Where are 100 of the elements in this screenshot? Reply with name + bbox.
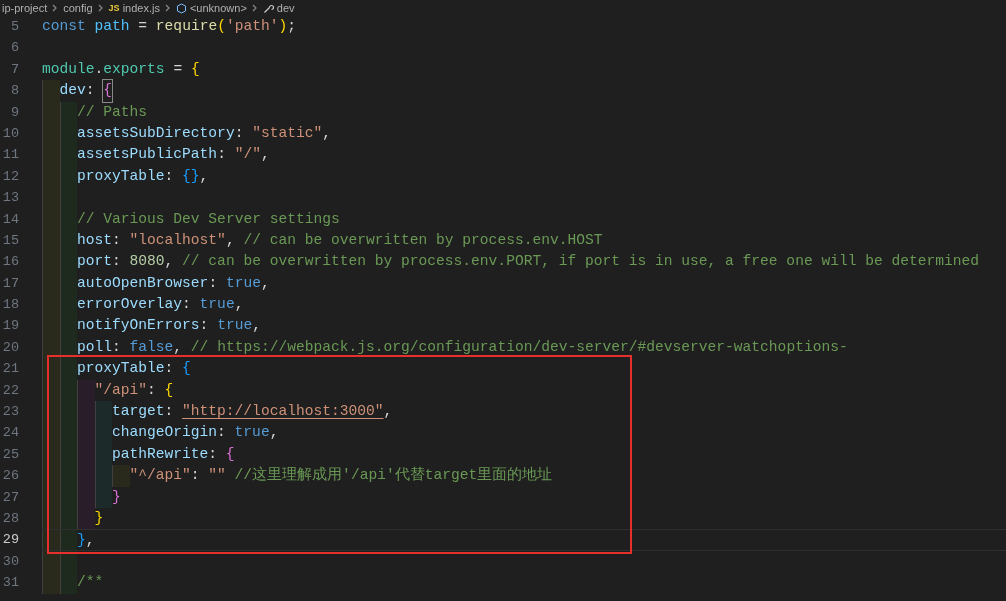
bracket: { <box>190 59 200 79</box>
punctuation: : <box>217 423 227 443</box>
string-literal: 'path' <box>225 17 279 36</box>
punctuation: : <box>112 230 122 250</box>
object-name: module <box>42 59 95 79</box>
property-name: dev <box>59 81 86 101</box>
punctuation: : <box>199 316 210 336</box>
line-number: 25 <box>1 445 19 464</box>
line-number: 24 <box>1 424 19 443</box>
line-number: 14 <box>1 210 19 229</box>
breadcrumb-item[interactable]: dev <box>262 1 295 15</box>
line-number: 17 <box>1 274 19 293</box>
code-comment: //这里理解成用'/api'代替target里面的地址 <box>234 465 553 486</box>
line-number: 28 <box>1 510 19 528</box>
line-number: 23 <box>1 403 19 422</box>
punctuation: : <box>112 337 122 357</box>
keyword: const <box>42 17 87 36</box>
breadcrumb-item[interactable]: JS index.js <box>108 1 160 15</box>
code-comment: // can be overwritten by process.env.HOST <box>243 230 603 250</box>
punctuation: : <box>112 252 122 272</box>
variable-name: path <box>94 17 130 36</box>
string-literal: "localhost" <box>129 230 226 250</box>
code-comment: // Various Dev Server settings <box>77 209 340 229</box>
boolean-literal: true <box>234 423 270 443</box>
line-number: 16 <box>1 253 19 272</box>
punctuation: , <box>199 166 209 186</box>
chevron-icon <box>96 4 105 12</box>
punctuation: : <box>182 295 192 315</box>
line-number: 19 <box>1 317 19 336</box>
breadcrumb-item[interactable]: <unknown> <box>175 1 247 15</box>
string-literal: "/" <box>234 145 261 165</box>
punctuation: : <box>190 466 201 486</box>
punctuation: , <box>269 423 279 443</box>
cube-icon <box>175 2 187 14</box>
property-name: notifyOnErrors <box>77 316 200 336</box>
bracket: { <box>225 444 235 464</box>
property-name: assetsPublicPath <box>77 145 218 165</box>
punctuation: , <box>260 273 270 293</box>
boolean-literal: true <box>225 273 261 293</box>
indent-guide <box>42 80 60 102</box>
breadcrumb-item[interactable]: ip-project <box>2 1 48 15</box>
bracket: ) <box>278 17 288 36</box>
bracket: { <box>103 80 113 102</box>
code-comment: /** <box>77 573 104 593</box>
punctuation: , <box>164 252 175 272</box>
code-comment: // can be overwritten by process.env.PORT, if port is in use, a free one will be determined <box>182 252 980 272</box>
chevron-icon <box>250 4 259 12</box>
string-literal: "static" <box>252 123 323 143</box>
bracket: } <box>112 487 121 507</box>
property-name: errorOverlay <box>77 295 183 315</box>
line-number: 11 <box>1 146 19 165</box>
object-name: exports <box>103 59 165 79</box>
line-number: 15 <box>1 231 19 250</box>
wrench-icon <box>262 2 274 14</box>
punctuation: , <box>173 337 184 357</box>
string-literal: "^/api" <box>129 466 191 486</box>
indent-guide <box>77 508 95 530</box>
punctuation: : <box>164 166 175 186</box>
indent-guide <box>77 379 95 402</box>
punctuation: = <box>137 17 149 36</box>
bracket: {} <box>182 166 200 186</box>
property-name: proxyTable <box>77 359 165 379</box>
indent-guide <box>42 572 60 594</box>
line-number: 8 <box>9 82 19 101</box>
property-name: poll <box>77 337 113 357</box>
line-number: 27 <box>1 488 19 507</box>
punctuation: : <box>208 273 219 293</box>
bracket: { <box>182 359 191 379</box>
property-name: host <box>77 230 113 250</box>
property-name: port <box>77 252 113 272</box>
line-number: 18 <box>1 296 19 315</box>
function-name: require <box>155 17 218 36</box>
punctuation: : <box>217 145 227 165</box>
line-number: 29 <box>1 531 19 550</box>
code-comment: // Paths <box>77 102 148 122</box>
line-number: 10 <box>1 124 19 143</box>
line-number: 30 <box>1 552 19 571</box>
property-name: changeOrigin <box>112 423 218 443</box>
punctuation: : <box>234 123 245 143</box>
property-name: autoOpenBrowser <box>77 273 209 293</box>
line-number: 5 <box>9 18 19 36</box>
code-comment: // https://webpack.js.org/configuration/dev-server/#devserver-watchoptions- <box>190 337 848 357</box>
string-literal: "" <box>208 466 227 486</box>
bracket: ( <box>217 17 226 36</box>
punctuation: : <box>164 402 175 422</box>
breadcrumb-item[interactable]: config <box>63 1 93 15</box>
property-name: proxyTable <box>77 166 165 186</box>
punctuation: , <box>252 316 261 336</box>
line-number: 31 <box>1 574 19 593</box>
line-number: 20 <box>1 338 19 357</box>
punctuation: , <box>225 230 236 250</box>
js-file-icon: JS <box>108 1 120 15</box>
punctuation: : <box>85 81 96 101</box>
punctuation: , <box>383 402 393 422</box>
indent-guide <box>112 465 130 487</box>
punctuation: . <box>94 59 104 79</box>
string-literal: "/api" <box>94 380 148 400</box>
punctuation: = <box>172 59 184 79</box>
punctuation: : <box>164 359 175 379</box>
line-number: 21 <box>1 360 19 379</box>
